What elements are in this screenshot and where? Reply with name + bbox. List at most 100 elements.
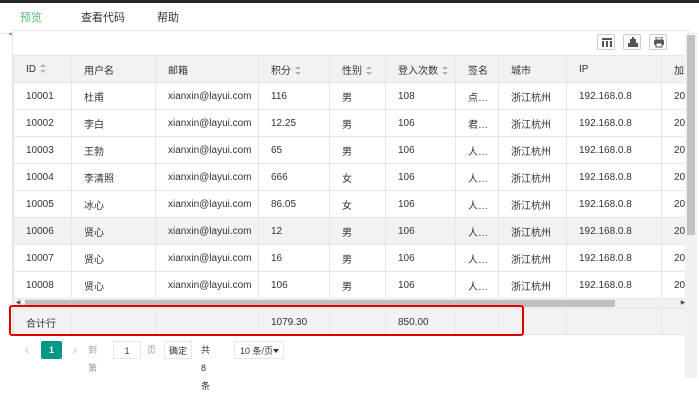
- column-header-label: 积分: [271, 65, 291, 77]
- table-cell: 12: [258, 217, 330, 245]
- table-cell: 106: [258, 271, 330, 299]
- table-cell: 106: [385, 244, 456, 272]
- table-cell: 浙江杭州: [498, 163, 567, 191]
- table-cell: 男: [329, 82, 386, 110]
- table-grid: ID 用户名 邮箱 积分 性别 登入次数 签名 城市 IP 加入 10001杜甫…: [13, 55, 688, 300]
- sort-icon[interactable]: [40, 64, 46, 74]
- table-cell: 106: [385, 190, 456, 218]
- table-cell: 浙江杭州: [498, 190, 567, 218]
- table-cell: xianxin@layui.com: [155, 271, 259, 299]
- table-cell: 10006: [13, 217, 72, 245]
- column-header-label: 城市: [511, 65, 531, 77]
- table-cell: 人…: [455, 271, 499, 299]
- column-header-id[interactable]: ID: [13, 55, 72, 83]
- total-label: 合计行: [13, 308, 72, 334]
- column-header-email: 邮箱: [155, 55, 259, 83]
- columns-icon[interactable]: [597, 34, 615, 50]
- column-header-label: 用户名: [84, 65, 114, 77]
- chevron-down-icon: [273, 349, 279, 353]
- confirm-button[interactable]: 确定: [164, 341, 192, 359]
- column-header-logins[interactable]: 登入次数: [385, 55, 456, 83]
- table-cell: xianxin@layui.com: [155, 217, 259, 245]
- horizontal-scrollbar[interactable]: ◀ ▶: [13, 299, 688, 308]
- table-row[interactable]: 10003 王勃 xianxin@layui.com 65 男 106 人… 浙江杭州 192.…: [13, 136, 688, 164]
- sort-icon[interactable]: [442, 66, 448, 76]
- table-row[interactable]: 10005 冰心 xianxin@layui.com 86.05 女 106 人… 浙江杭州 1…: [13, 190, 688, 218]
- column-header-gender[interactable]: 性别: [329, 55, 386, 83]
- table-cell: 人…: [455, 217, 499, 245]
- table-cell: 女: [329, 163, 386, 191]
- table-cell: 人…: [455, 163, 499, 191]
- total-logins: 850.00: [385, 308, 456, 334]
- data-table: ID 用户名 邮箱 积分 性别 登入次数 签名 城市 IP 加入 10001杜甫…: [12, 30, 689, 335]
- table-cell: 李白: [71, 109, 156, 137]
- table-cell: 贤心: [71, 217, 156, 245]
- table-cell: 10004: [13, 163, 72, 191]
- table-cell: 男: [329, 271, 386, 299]
- table-cell: 男: [329, 217, 386, 245]
- current-page[interactable]: 1: [41, 341, 62, 359]
- page-size-select[interactable]: 10 条/页: [234, 341, 284, 359]
- print-icon[interactable]: [649, 34, 667, 50]
- goto-page-input[interactable]: 1: [113, 341, 141, 359]
- export-icon[interactable]: [623, 34, 641, 50]
- table-cell: xianxin@layui.com: [155, 163, 259, 191]
- table-cell: xianxin@layui.com: [155, 190, 259, 218]
- column-header-username: 用户名: [71, 55, 156, 83]
- table-cell: 10005: [13, 190, 72, 218]
- table-cell: 男: [329, 136, 386, 164]
- table-cell: 86.05: [258, 190, 330, 218]
- table-cell: 10003: [13, 136, 72, 164]
- sort-icon[interactable]: [295, 66, 301, 76]
- table-cell: 人…: [455, 136, 499, 164]
- table-cell: 冰心: [71, 190, 156, 218]
- table-cell: 人…: [455, 190, 499, 218]
- total-cell: [71, 308, 156, 334]
- total-cell: [566, 308, 662, 334]
- table-row[interactable]: 10008 贤心 xianxin@layui.com 106 男 106 人… 浙江杭州 192…: [13, 271, 688, 299]
- table-row[interactable]: 10001 杜甫 xianxin@layui.com 116 男 108 点… 浙江杭州 192…: [13, 82, 688, 110]
- table-cell: xianxin@layui.com: [155, 109, 259, 137]
- scroll-left-icon[interactable]: ◀: [14, 300, 22, 307]
- scrollbar-thumb[interactable]: [687, 35, 695, 235]
- vertical-scrollbar[interactable]: [685, 35, 697, 378]
- goto-label: 到第: [88, 345, 98, 373]
- table-cell: 12.25: [258, 109, 330, 137]
- table-cell: 浙江杭州: [498, 217, 567, 245]
- table-cell: 女: [329, 190, 386, 218]
- table-cell: 65: [258, 136, 330, 164]
- table-row[interactable]: 10004 李清照 xianxin@layui.com 666 女 106 人… 浙江杭州 19…: [13, 163, 688, 191]
- page-size-value: 10 条/页: [240, 346, 274, 356]
- table-cell: 浙江杭州: [498, 244, 567, 272]
- table-cell: 106: [385, 109, 456, 137]
- table-cell: 666: [258, 163, 330, 191]
- table-cell: 贤心: [71, 244, 156, 272]
- table-cell: 192.168.0.8: [566, 271, 662, 299]
- table-cell: 116: [258, 82, 330, 110]
- total-row: 合计行 1079.30 850.00: [13, 308, 688, 334]
- column-header-label: 邮箱: [168, 65, 188, 77]
- table-cell: 10001: [13, 82, 72, 110]
- table-cell: 192.168.0.8: [566, 163, 662, 191]
- sort-icon[interactable]: [366, 66, 372, 76]
- table-row[interactable]: 10002 李白 xianxin@layui.com 12.25 男 106 君… 浙江杭州 1…: [13, 109, 688, 137]
- table-cell: 192.168.0.8: [566, 244, 662, 272]
- scrollbar-thumb[interactable]: [25, 300, 615, 307]
- column-header-city: 城市: [498, 55, 567, 83]
- table-cell: 王勃: [71, 136, 156, 164]
- table-cell: 192.168.0.8: [566, 217, 662, 245]
- table-row[interactable]: 10006 贤心 xianxin@layui.com 12 男 106 人… 浙江杭州 192.…: [13, 217, 688, 245]
- next-page-button[interactable]: ›: [68, 341, 82, 359]
- column-header-label: 登入次数: [398, 65, 438, 77]
- prev-page-button[interactable]: ‹: [20, 341, 34, 359]
- table-cell: xianxin@layui.com: [155, 136, 259, 164]
- column-header-score[interactable]: 积分: [258, 55, 330, 83]
- table-cell: 贤心: [71, 271, 156, 299]
- column-header-ip: IP: [566, 55, 662, 83]
- column-header-label: IP: [579, 63, 589, 75]
- column-header-label: 签名: [468, 65, 488, 77]
- table-row[interactable]: 10007 贤心 xianxin@layui.com 16 男 106 人… 浙江杭州 192.…: [13, 244, 688, 272]
- table-cell: 106: [385, 217, 456, 245]
- table-cell: 106: [385, 163, 456, 191]
- table-cell: 君…: [455, 109, 499, 137]
